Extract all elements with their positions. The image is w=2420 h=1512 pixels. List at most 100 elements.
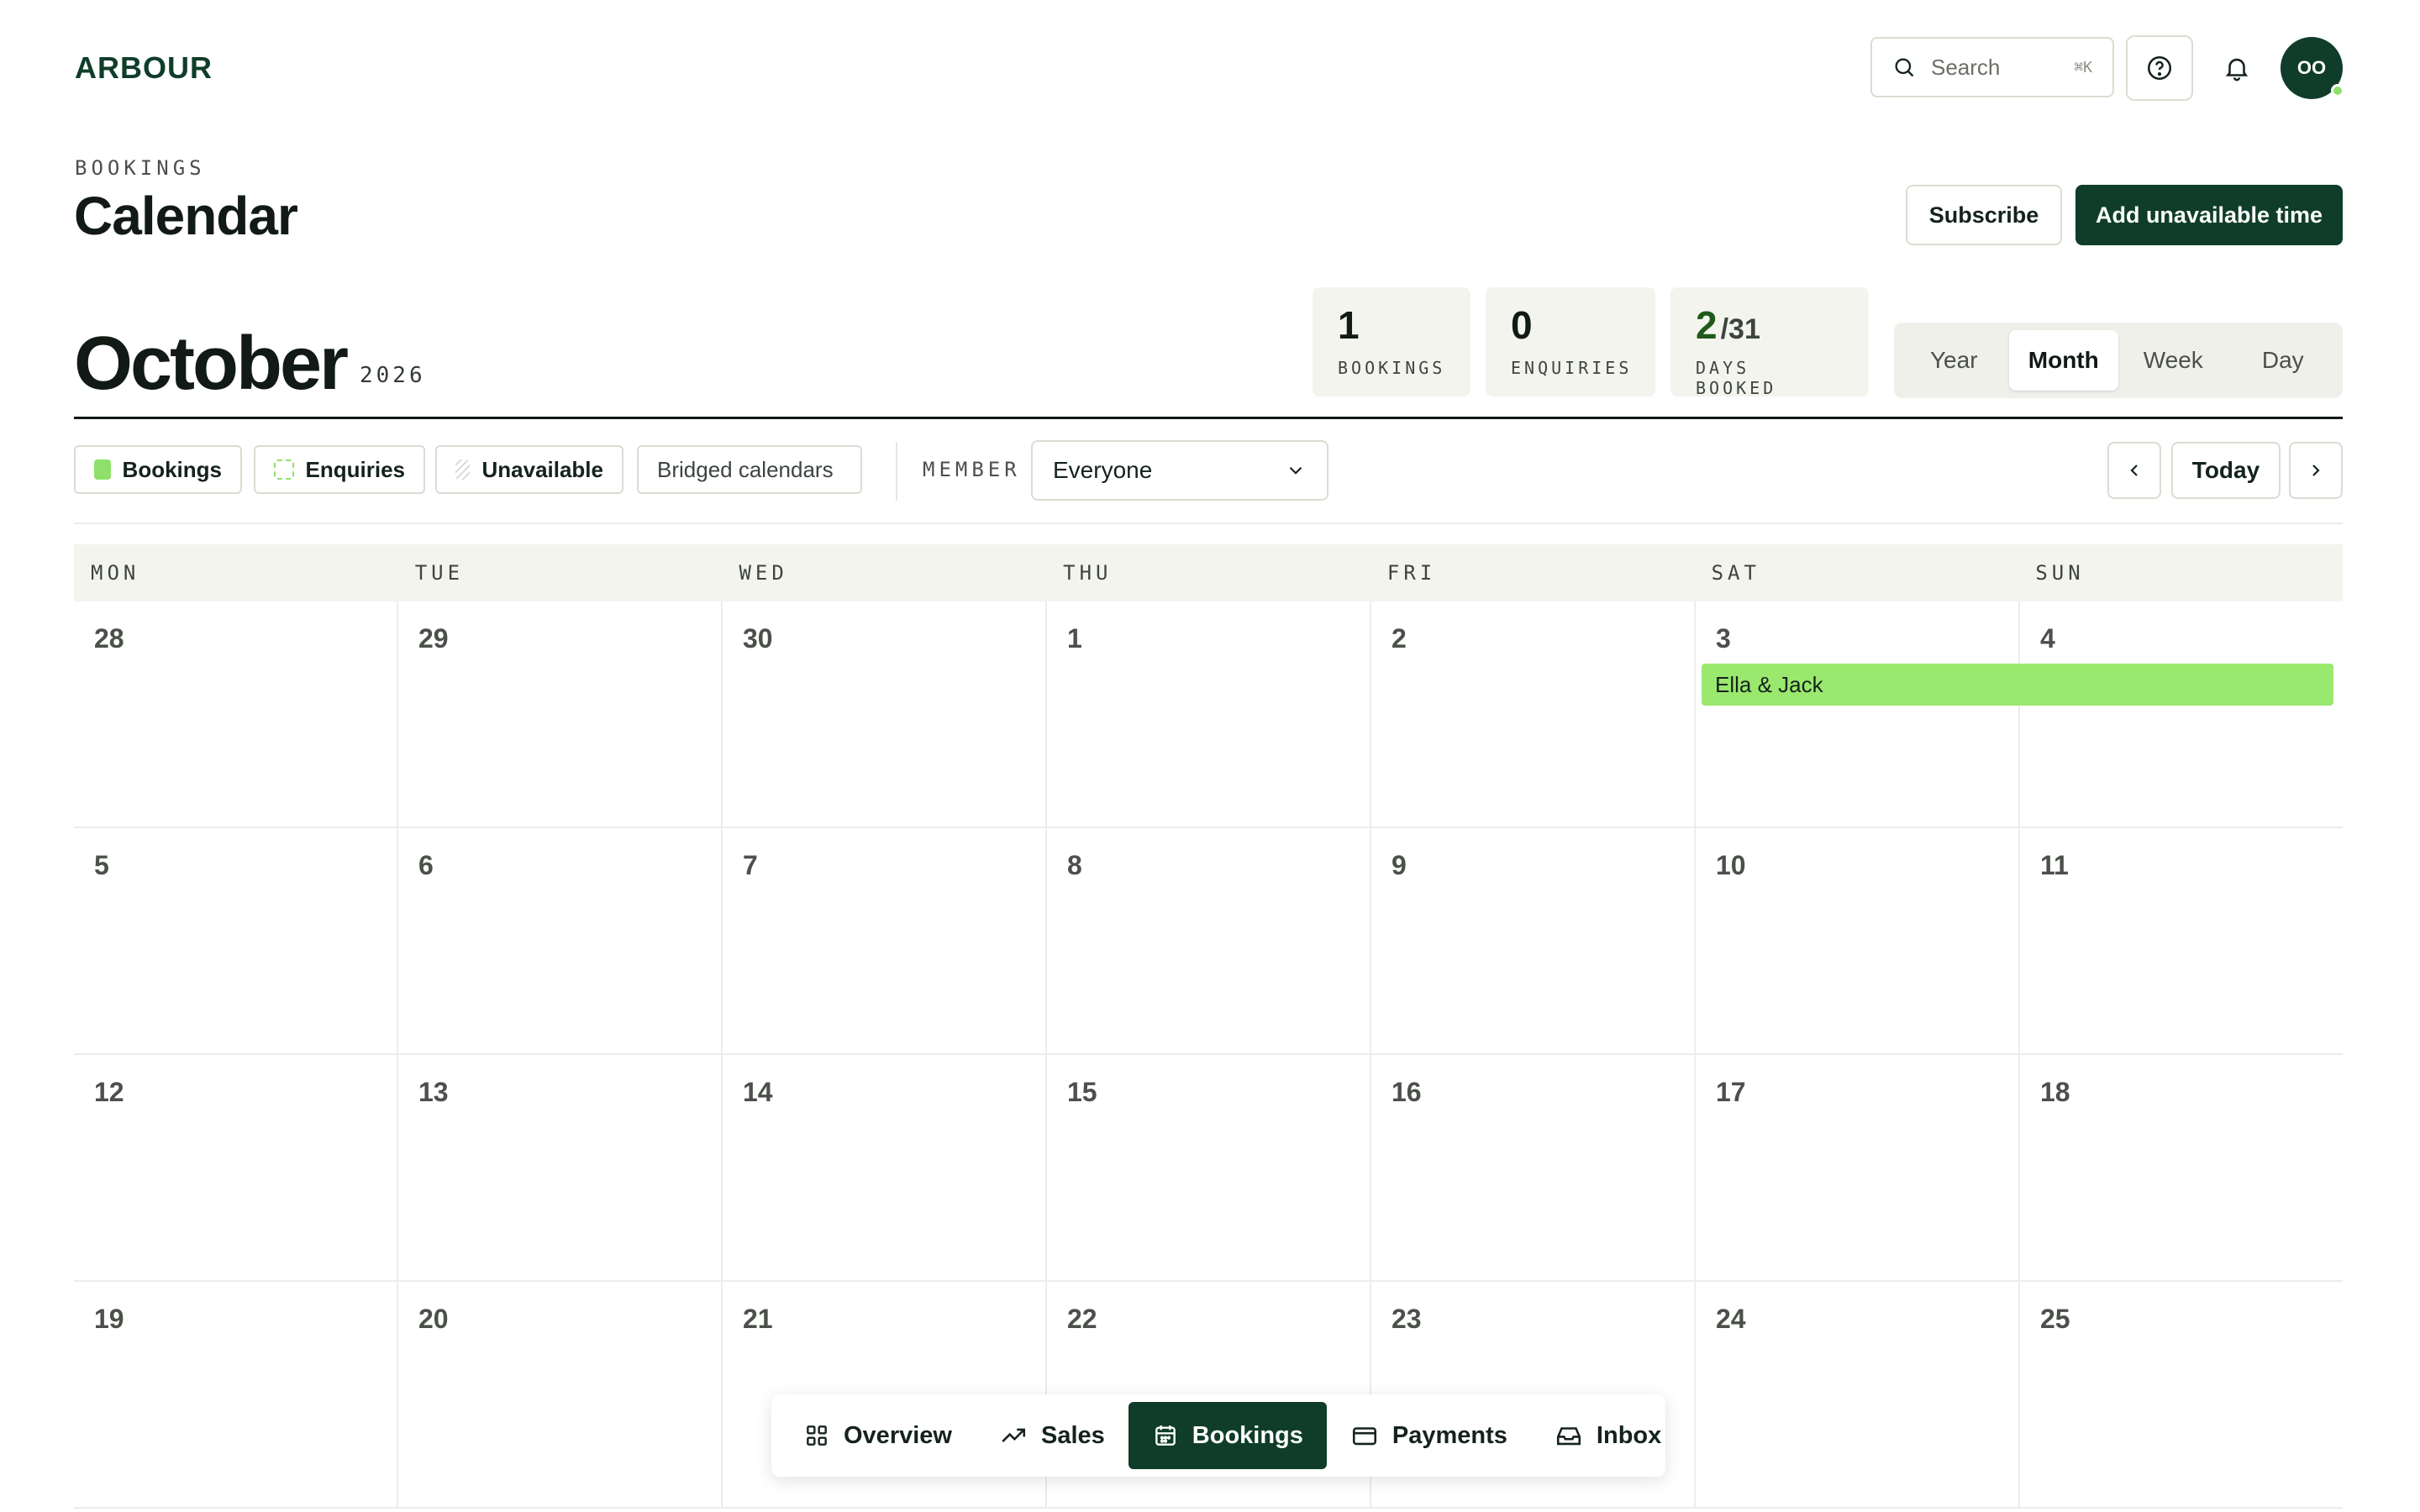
help-button[interactable] <box>2126 35 2193 101</box>
stat-enquiries-label: ENQUIRIES <box>1511 358 1633 378</box>
calendar-day[interactable]: 2 <box>1371 601 1696 827</box>
filter-bookings-label: Bookings <box>122 456 222 482</box>
chevron-left-icon <box>2130 465 2138 476</box>
calendar-day[interactable]: 14 <box>723 1055 1047 1280</box>
previous-month-button[interactable] <box>2107 442 2161 499</box>
filter-divider <box>896 442 897 501</box>
calendar-day[interactable]: 1 <box>1047 601 1371 827</box>
weekday-label: TUE <box>414 561 465 585</box>
avatar-initials: OO <box>2296 57 2327 78</box>
section-label: BOOKINGS <box>75 156 206 180</box>
chevron-down-icon <box>1289 466 1302 475</box>
view-day-tab[interactable]: Day <box>2228 330 2338 391</box>
view-month-tab[interactable]: Month <box>2008 330 2118 391</box>
calendar-day[interactable]: 13 <box>398 1055 723 1280</box>
search-input[interactable]: Search ⌘K <box>1870 37 2114 97</box>
calendar-week: 12 13 14 15 16 17 18 <box>74 1055 2343 1282</box>
bottom-navigation: Overview Sales Bookings Payments Inbox <box>771 1394 1665 1477</box>
calendar-day[interactable]: 6 <box>398 828 723 1053</box>
calendar-day[interactable]: 20 <box>398 1282 723 1507</box>
calendar-day[interactable]: 29 <box>398 601 723 827</box>
calendar-day[interactable]: 8 <box>1047 828 1371 1053</box>
enquiries-swatch-icon <box>274 459 294 480</box>
chevron-right-icon <box>2312 465 2320 476</box>
nav-bookings-label: Bookings <box>1192 1421 1303 1449</box>
add-unavailable-time-button[interactable]: Add unavailable time <box>2075 185 2343 245</box>
search-icon <box>1895 58 1914 77</box>
calendar-day[interactable]: 9 <box>1371 828 1696 1053</box>
calendar-day[interactable]: 28 <box>74 601 398 827</box>
calendar-day[interactable]: 15 <box>1047 1055 1371 1280</box>
calendar-day[interactable]: 5 <box>74 828 398 1053</box>
view-switcher: Year Month Week Day <box>1894 323 2343 398</box>
calendar-day[interactable]: 11 <box>2020 828 2343 1053</box>
filter-bookings[interactable]: Bookings <box>74 445 242 494</box>
nav-overview[interactable]: Overview <box>780 1402 976 1469</box>
unavailable-swatch-icon <box>455 459 471 480</box>
calendar-day[interactable]: 7 <box>723 828 1047 1053</box>
stat-bookings-label: BOOKINGS <box>1338 358 1446 378</box>
calendar-day[interactable]: 16 <box>1371 1055 1696 1280</box>
nav-sales[interactable]: Sales <box>976 1402 1128 1469</box>
weekday-label: WED <box>739 561 788 585</box>
stat-bookings: 1 BOOKINGS <box>1313 287 1470 396</box>
year-label: 2026 <box>360 363 426 388</box>
today-button[interactable]: Today <box>2171 442 2281 499</box>
calendar-day[interactable]: 4 <box>2020 601 2343 827</box>
calendar-week: 5 6 7 8 9 10 11 <box>74 828 2343 1055</box>
filter-bridged-calendars[interactable]: Bridged calendars <box>637 445 862 494</box>
stat-days-booked-total: /31 <box>1720 313 1760 345</box>
stat-days-booked-value: 2 <box>1696 303 1718 347</box>
member-label: MEMBER <box>923 458 1021 481</box>
calendar-day[interactable]: 12 <box>74 1055 398 1280</box>
brand-logo[interactable]: ARBOUR <box>75 50 213 86</box>
month-title: October <box>74 322 349 406</box>
calendar-day[interactable]: 25 <box>2020 1282 2343 1507</box>
calendar-day[interactable]: 18 <box>2020 1055 2343 1280</box>
nav-bookings[interactable]: Bookings <box>1128 1402 1327 1469</box>
weekday-header: MON TUE WED THU FRI SAT SUN <box>74 544 2343 601</box>
member-select[interactable]: Everyone <box>1031 440 1328 501</box>
bookings-swatch-icon <box>94 459 111 480</box>
calendar-day[interactable]: 10 <box>1696 828 2020 1053</box>
filter-enquiries-label: Enquiries <box>305 456 405 482</box>
calendar-grid: 28 29 30 1 2 3 4 5 6 7 8 9 10 11 12 13 1… <box>74 601 2343 1509</box>
notifications-button[interactable] <box>2203 35 2270 101</box>
stat-days-booked-label: DAYS BOOKED <box>1696 358 1777 398</box>
nav-payments[interactable]: Payments <box>1327 1402 1531 1469</box>
inbox-icon <box>1556 1427 1581 1446</box>
calendar-day[interactable]: 24 <box>1696 1282 2020 1507</box>
weekday-label: THU <box>1063 561 1113 585</box>
view-year-tab[interactable]: Year <box>1899 330 2009 391</box>
credit-card-icon <box>1352 1427 1376 1446</box>
nav-inbox[interactable]: Inbox <box>1531 1402 1685 1469</box>
weekday-label: FRI <box>1386 561 1437 585</box>
stat-enquiries: 0 ENQUIRIES <box>1486 287 1655 396</box>
member-select-value: Everyone <box>1053 457 1153 483</box>
calendar-day[interactable]: 17 <box>1696 1055 2020 1280</box>
booking-event[interactable]: Ella & Jack <box>1702 664 2333 706</box>
heading-divider <box>74 417 2343 419</box>
nav-inbox-label: Inbox <box>1596 1421 1662 1449</box>
bell-icon <box>2225 58 2249 81</box>
filters-divider <box>74 522 2343 524</box>
calendar-week: 28 29 30 1 2 3 4 <box>74 601 2343 828</box>
weekday-label: MON <box>91 561 140 585</box>
filter-unavailable-label: Unavailable <box>481 456 603 482</box>
trending-up-icon <box>1002 1428 1026 1442</box>
search-placeholder: Search <box>1931 54 2001 80</box>
filter-enquiries[interactable]: Enquiries <box>254 445 425 494</box>
next-month-button[interactable] <box>2289 442 2343 499</box>
calendar-day[interactable]: 3 <box>1696 601 2020 827</box>
calendar-day[interactable]: 30 <box>723 601 1047 827</box>
view-week-tab[interactable]: Week <box>2118 330 2228 391</box>
stat-enquiries-value: 0 <box>1511 303 1533 347</box>
filter-unavailable[interactable]: Unavailable <box>435 445 623 494</box>
subscribe-button[interactable]: Subscribe <box>1906 185 2062 245</box>
nav-sales-label: Sales <box>1040 1421 1105 1449</box>
user-avatar[interactable]: OO <box>2281 37 2344 99</box>
calendar-day[interactable]: 19 <box>74 1282 398 1507</box>
search-shortcut: ⌘K <box>2074 58 2092 76</box>
calendar-icon <box>1155 1425 1176 1446</box>
page-title: Calendar <box>74 186 298 246</box>
